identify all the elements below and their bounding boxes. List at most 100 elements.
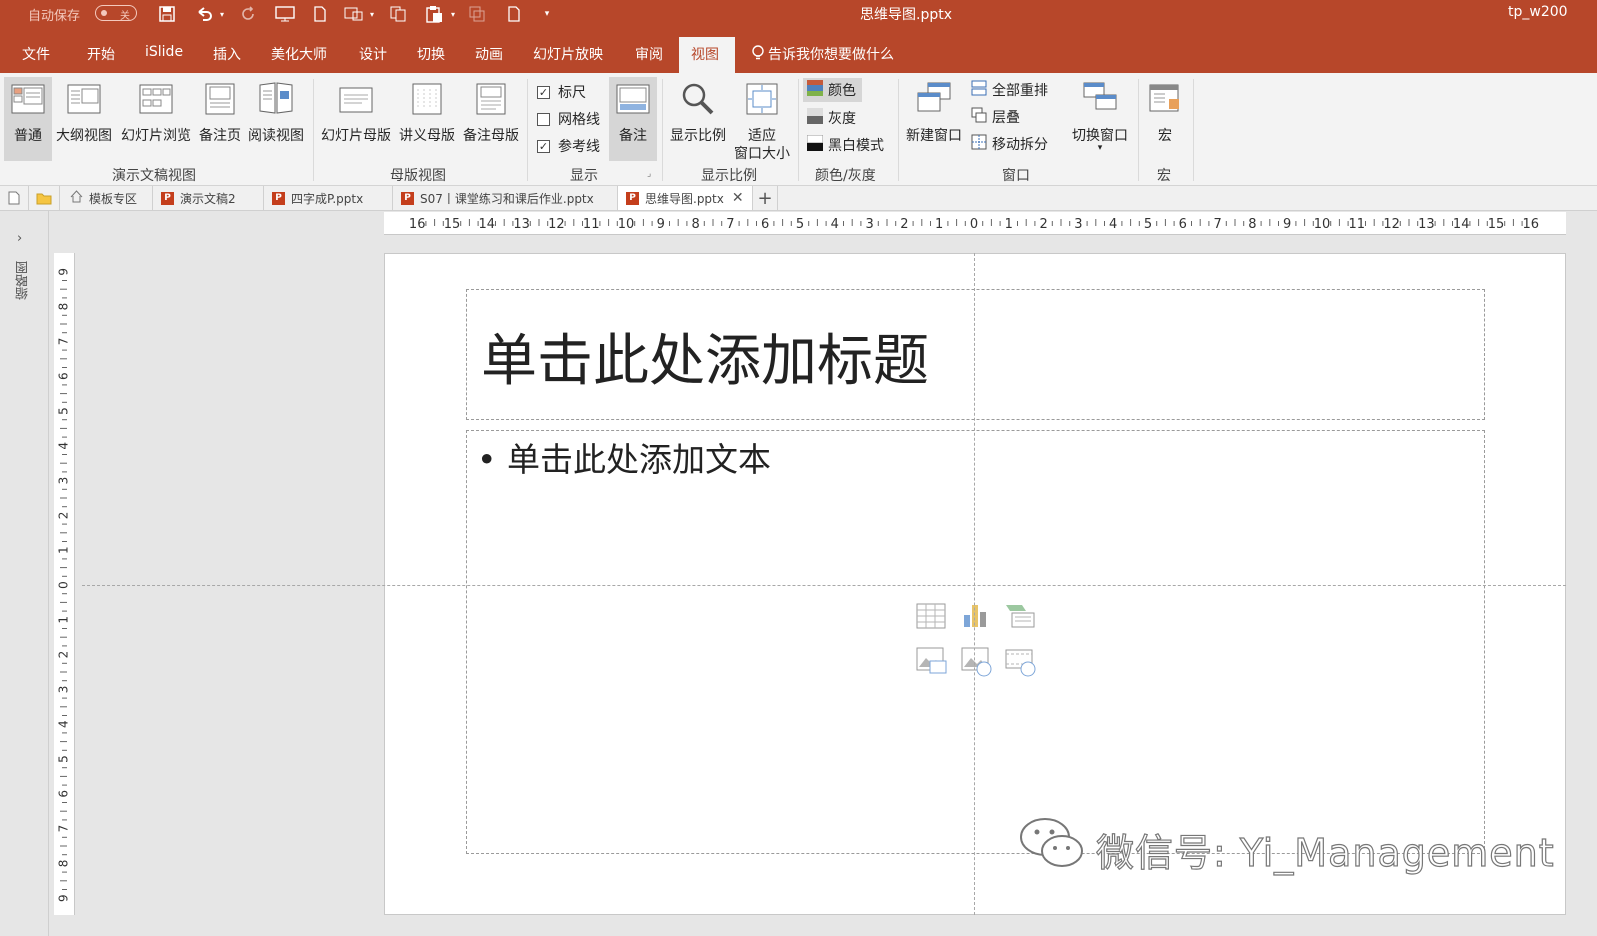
content-placeholder[interactable]: • 单击此处添加文本 — [466, 430, 1485, 854]
ruler-tick-label: 14 — [479, 217, 496, 232]
zoom-button[interactable]: 显示比例 — [667, 77, 729, 161]
ruler-tick-label: 8 — [57, 860, 71, 868]
cascade-button[interactable]: 层叠 — [971, 107, 1020, 127]
macros-button[interactable]: 宏 — [1143, 77, 1187, 161]
notes-page-button[interactable]: 备注页 — [196, 77, 244, 161]
grayscale-button[interactable]: 灰度 — [807, 107, 856, 129]
copy-icon[interactable] — [388, 4, 408, 24]
doc-tab-mindmap[interactable]: P 思维导图.pptx ✕ — [618, 186, 753, 210]
guides-checkbox[interactable]: ✓ 参考线 — [537, 136, 600, 156]
reading-view-button[interactable]: 阅读视图 — [245, 77, 307, 161]
handout-master-button[interactable]: 讲义母版 — [396, 77, 458, 161]
doc-tab-s07[interactable]: P S07丨课堂练习和课后作业.pptx — [393, 186, 618, 210]
content-placeholder-text: • 单击此处添加文本 — [477, 440, 771, 479]
expand-pane-icon[interactable]: › — [17, 231, 22, 246]
normal-view-button[interactable]: 普通 — [4, 77, 52, 161]
notes-page-icon — [196, 77, 244, 119]
tab-view[interactable]: 视图 — [679, 37, 735, 73]
notes-master-button[interactable]: 备注母版 — [460, 77, 522, 161]
ruler-check-mark: ✓ — [537, 85, 550, 99]
add-tab-icon[interactable]: + — [753, 186, 778, 210]
black-white-button[interactable]: 黑白模式 — [806, 134, 884, 156]
tab-file[interactable]: 文件 — [22, 44, 50, 64]
paste-dropdown-icon[interactable]: ▾ — [448, 4, 458, 24]
move-split-button[interactable]: 移动拆分 — [971, 134, 1048, 154]
ruler-tick-label: 3 — [57, 477, 71, 485]
ruler-tick-label: 16 — [1523, 217, 1540, 232]
tab-home[interactable]: 开始 — [87, 44, 115, 64]
show-dialog-launcher-icon[interactable]: ⌟ — [647, 169, 651, 179]
new-window-button[interactable]: 新建窗口 — [903, 77, 965, 161]
tab-insert[interactable]: 插入 — [213, 44, 241, 64]
new-doc-icon[interactable] — [0, 186, 29, 210]
tell-me-search[interactable]: 告诉我你想要做什么 — [752, 44, 894, 65]
insert-table-icon[interactable] — [916, 603, 946, 633]
insert-smartart-icon[interactable] — [1004, 603, 1036, 633]
insert-chart-icon[interactable] — [961, 603, 989, 633]
arrange-all-button[interactable]: 全部重排 — [971, 80, 1048, 100]
customize-toolbar-icon[interactable]: ▾ — [540, 4, 554, 24]
outline-view-button[interactable]: 大纲视图 — [53, 77, 115, 161]
thumbnail-pane-label[interactable]: 缩略图 — [14, 261, 31, 300]
ruler-checkbox[interactable]: ✓ 标尺 — [537, 82, 586, 102]
ruler-tick-label: 9 — [57, 268, 71, 276]
slide-master-button[interactable]: 幻灯片母版 — [318, 77, 394, 161]
wechat-icon — [1018, 815, 1088, 875]
ruler-tick-label: 1 — [57, 616, 71, 624]
folder-icon[interactable] — [29, 186, 60, 210]
tab-beautify[interactable]: 美化大师 — [271, 44, 327, 64]
new-file-icon[interactable] — [504, 4, 524, 24]
save-icon[interactable] — [157, 4, 177, 24]
pptx-icon: P — [401, 191, 414, 205]
tab-transitions[interactable]: 切换 — [417, 44, 445, 64]
vertical-ruler[interactable]: 9 8 7 6 5 4 3 2 1 0 1 2 3 4 5 6 7 8 9 — [54, 253, 75, 915]
insert-picture-icon[interactable] — [916, 647, 948, 681]
insert-video-icon[interactable] — [1005, 647, 1037, 681]
autosave-state: 关 — [120, 11, 130, 22]
ruler-tick-label: 0 — [970, 217, 978, 232]
group-label-window: 窗口 — [1002, 168, 1030, 184]
close-tab-icon[interactable]: ✕ — [732, 190, 744, 206]
gridlines-checkbox[interactable]: 网格线 — [537, 109, 600, 129]
group-label-presentation-views: 演示文稿视图 — [112, 168, 196, 184]
notes-icon — [609, 77, 657, 119]
grayscale-swatch-icon — [807, 108, 823, 128]
tab-islide[interactable]: iSlide — [145, 44, 183, 60]
ruler-tick-label: 7 — [1213, 217, 1221, 232]
notes-button[interactable]: 备注 — [609, 77, 657, 161]
group-separator — [898, 79, 899, 181]
tab-animations[interactable]: 动画 — [475, 44, 503, 64]
insert-online-picture-icon[interactable] — [961, 647, 993, 681]
vertical-guide[interactable] — [974, 253, 975, 915]
pptx-icon: P — [161, 191, 174, 205]
horizontal-guide[interactable] — [82, 585, 1566, 586]
doc-tab-sizichengp[interactable]: P 四字成P.pptx — [264, 186, 393, 210]
fit-to-window-button[interactable]: 适应 窗口大小 — [731, 77, 793, 162]
title-placeholder[interactable]: 单击此处添加标题 — [466, 289, 1485, 420]
slide-sorter-button[interactable]: 幻灯片浏览 — [118, 77, 194, 161]
horizontal-ruler[interactable]: 16 15 14 13 12 11 10 9 8 7 6 5 4 3 2 1 0 1 2 3 4 5 6 7 8 9 10 11 12 1… — [384, 212, 1566, 235]
layout-dropdown-icon[interactable]: ▾ — [367, 4, 377, 24]
group-label-color: 颜色/灰度 — [815, 168, 876, 184]
switch-windows-button[interactable]: 切换窗口 ▾ — [1069, 77, 1131, 161]
user-name[interactable]: tp_w200 — [1508, 4, 1568, 20]
tab-slideshow[interactable]: 幻灯片放映 — [533, 44, 603, 64]
slide-canvas[interactable]: 单击此处添加标题 • 单击此处添加文本 — [384, 253, 1566, 915]
doc-tab-templates[interactable]: 模板专区 — [60, 186, 153, 210]
switch-windows-dropdown-icon: ▾ — [1097, 143, 1103, 153]
layout-icon[interactable] — [343, 4, 365, 24]
paste-icon[interactable] — [423, 4, 445, 24]
slideshow-icon[interactable] — [274, 4, 296, 24]
title-bar: 自动保存 关 ▾ ▾ ▾ ▾ 思维导图.pptx tp_w200 — [0, 0, 1597, 27]
group-separator — [313, 79, 314, 181]
slide-sorter-icon — [118, 77, 194, 119]
color-button[interactable]: 颜色 — [803, 78, 862, 102]
ruler-tick-label: 5 — [796, 217, 804, 232]
autosave-toggle[interactable]: 关 — [95, 5, 137, 22]
export-icon[interactable] — [310, 4, 330, 24]
doc-tab-presentation2[interactable]: P 演示文稿2 — [153, 186, 264, 210]
tab-review[interactable]: 审阅 — [635, 44, 663, 64]
undo-icon[interactable] — [193, 4, 215, 24]
undo-dropdown-icon[interactable]: ▾ — [217, 4, 227, 24]
tab-design[interactable]: 设计 — [359, 44, 387, 64]
